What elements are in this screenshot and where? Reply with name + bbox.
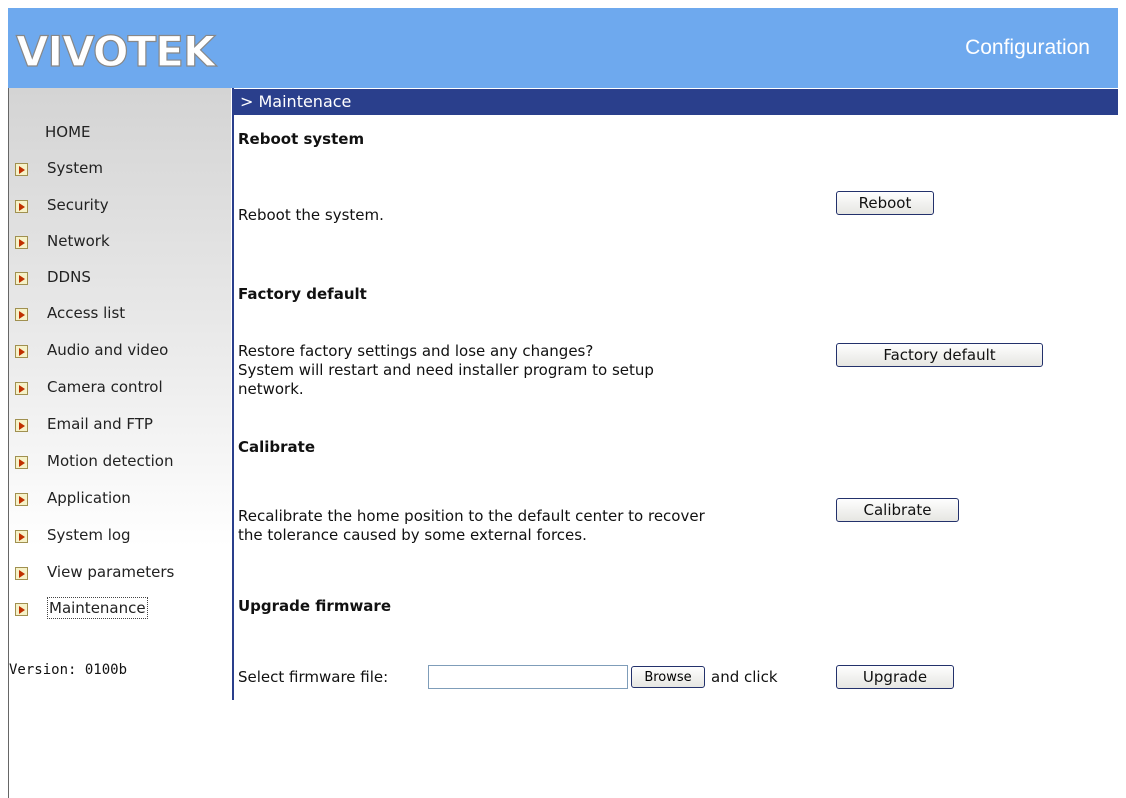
- sidebar-item-label: Motion detection: [47, 452, 174, 470]
- sidebar-item-label: Network: [47, 232, 110, 250]
- calibrate-heading: Calibrate: [238, 438, 316, 456]
- calibrate-desc-line: the tolerance caused by some external fo…: [238, 526, 587, 544]
- sidebar-item-label: View parameters: [47, 563, 175, 581]
- factory-desc-line: Restore factory settings and lose any ch…: [238, 342, 594, 360]
- reboot-button[interactable]: Reboot: [836, 191, 934, 215]
- sidebar-divider: [232, 88, 234, 700]
- firmware-file-input[interactable]: [428, 665, 628, 689]
- sidebar-item-label: System: [47, 159, 103, 177]
- sidebar-item-label: Access list: [47, 304, 126, 322]
- arrow-right-icon: [15, 163, 28, 176]
- page-title: Configuration: [965, 36, 1090, 59]
- factory-default-description: Restore factory settings and lose any ch…: [238, 342, 654, 399]
- arrow-right-icon: [15, 530, 28, 543]
- sidebar-item-label: Maintenance: [47, 597, 148, 619]
- factory-desc-line: System will restart and need installer p…: [238, 361, 654, 379]
- vivotek-logo: VIVOTEK: [15, 26, 218, 76]
- arrow-right-icon: [15, 345, 28, 358]
- arrow-right-icon: [15, 308, 28, 321]
- calibrate-button[interactable]: Calibrate: [836, 498, 959, 522]
- sidebar-item-label: DDNS: [47, 268, 91, 286]
- sidebar-item-label: Security: [47, 196, 109, 214]
- reboot-heading: Reboot system: [238, 130, 365, 148]
- reboot-description: Reboot the system.: [238, 206, 384, 224]
- breadcrumb: > Maintenace: [234, 89, 1118, 115]
- upgrade-button[interactable]: Upgrade: [836, 665, 954, 689]
- arrow-right-icon: [15, 382, 28, 395]
- arrow-right-icon: [15, 567, 28, 580]
- sidebar-item-label: Camera control: [47, 378, 163, 396]
- arrow-right-icon: [15, 419, 28, 432]
- browse-button[interactable]: Browse: [631, 666, 705, 688]
- version-text: Version: 0100b: [9, 662, 128, 678]
- calibrate-desc-line: Recalibrate the home position to the def…: [238, 507, 705, 525]
- sidebar-item-label: Application: [47, 489, 131, 507]
- arrow-right-icon: [15, 603, 28, 616]
- arrow-right-icon: [15, 456, 28, 469]
- header-banner: VIVOTEK Configuration: [8, 8, 1118, 88]
- arrow-right-icon: [15, 236, 28, 249]
- upgrade-firmware-heading: Upgrade firmware: [238, 597, 392, 615]
- sidebar-item-label: Audio and video: [47, 341, 169, 359]
- breadcrumb-label: > Maintenace: [240, 92, 352, 111]
- sidebar-item-label: Email and FTP: [47, 415, 153, 433]
- sidebar: HOME System Security Network DDNS Access…: [9, 88, 231, 700]
- factory-desc-line: network.: [238, 380, 304, 398]
- svg-text:VIVOTEK: VIVOTEK: [16, 27, 217, 76]
- and-click-text: and click: [711, 668, 778, 686]
- calibrate-description: Recalibrate the home position to the def…: [238, 507, 705, 545]
- sidebar-item-label: System log: [47, 526, 131, 544]
- factory-default-button[interactable]: Factory default: [836, 343, 1043, 367]
- sidebar-item-label: HOME: [45, 123, 91, 141]
- arrow-right-icon: [15, 200, 28, 213]
- arrow-right-icon: [15, 493, 28, 506]
- select-firmware-label: Select firmware file:: [238, 668, 389, 686]
- factory-default-heading: Factory default: [238, 285, 367, 303]
- arrow-right-icon: [15, 272, 28, 285]
